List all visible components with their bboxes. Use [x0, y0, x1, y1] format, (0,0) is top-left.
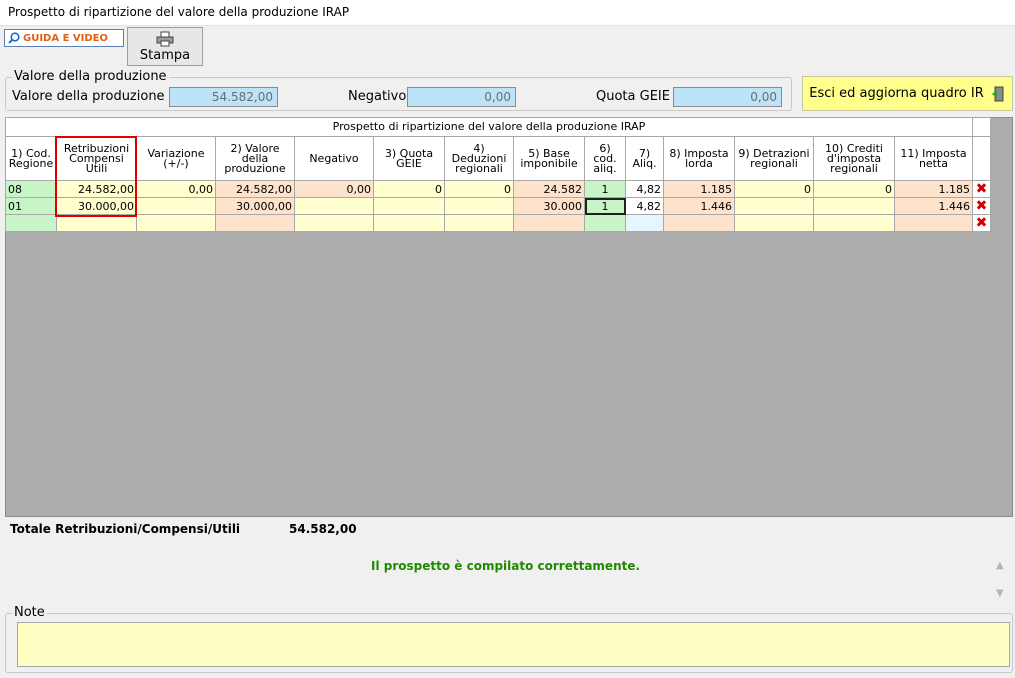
stampa-label: Stampa: [139, 47, 191, 63]
cell-cod-aliq-selected[interactable]: 1: [584, 197, 626, 215]
col-header: 2) Valore della produzione: [215, 136, 295, 181]
table-row: 08 24.582,00 0,00 24.582,00 0,00 0 0 24.…: [5, 180, 991, 198]
cell-quota-geie[interactable]: [373, 197, 445, 215]
guida-video-button[interactable]: GUIDA E VIDEO: [4, 29, 124, 47]
cell-deduzioni[interactable]: [444, 197, 514, 215]
col-header: 3) Quota GEIE: [373, 136, 445, 181]
delete-row-button[interactable]: ✖: [972, 180, 991, 198]
search-help-icon: [8, 32, 20, 44]
window-title: Prospetto di ripartizione del valore del…: [8, 5, 350, 19]
cell-deduzioni[interactable]: 0: [444, 180, 514, 198]
cell-negativo[interactable]: 0,00: [294, 180, 374, 198]
note-textarea[interactable]: [17, 622, 1010, 667]
scroll-up-arrow-icon[interactable]: ▲: [996, 560, 1004, 571]
quota-geie-field[interactable]: 0,00: [673, 87, 782, 107]
status-message: Il prospetto è compilato correttamente.: [371, 559, 641, 573]
totale-value: 54.582,00: [289, 522, 357, 536]
cell-quota-geie[interactable]: [373, 214, 445, 232]
grid-title: Prospetto di ripartizione del valore del…: [5, 117, 973, 137]
title-bar: Prospetto di ripartizione del valore del…: [0, 0, 1015, 26]
ripartizione-grid: Prospetto di ripartizione del valore del…: [5, 117, 991, 232]
table-row: ✖: [5, 214, 991, 232]
note-label: Note: [12, 605, 47, 620]
col-header-empty: [972, 136, 991, 181]
col-header: Variazione (+/-): [136, 136, 216, 181]
cell-cod-regione[interactable]: 08: [5, 180, 57, 198]
close-icon: ✖: [975, 198, 988, 214]
grid-title-corner: [972, 117, 991, 137]
cell-cod-regione[interactable]: [5, 214, 57, 232]
cell-detrazioni[interactable]: [734, 214, 814, 232]
col-header: 8) Imposta lorda: [663, 136, 735, 181]
cell-cod-regione[interactable]: 01: [5, 197, 57, 215]
close-icon: ✖: [975, 181, 988, 197]
valore-produzione-label: Valore della produzione: [12, 89, 165, 104]
cell-imposta-netta[interactable]: 1.446: [894, 197, 973, 215]
cell-variazione[interactable]: [136, 197, 216, 215]
col-header: 9) Detrazioni regionali: [734, 136, 814, 181]
guida-video-label: GUIDA E VIDEO: [23, 32, 108, 44]
col-header: 4) Deduzioni regionali: [444, 136, 514, 181]
cell-aliq[interactable]: 4,82: [625, 180, 664, 198]
close-icon: ✖: [975, 215, 988, 231]
col-header: 11) Imposta netta: [894, 136, 973, 181]
cell-imposta-netta[interactable]: [894, 214, 973, 232]
cell-imposta-lorda[interactable]: [663, 214, 735, 232]
cell-negativo[interactable]: [294, 214, 374, 232]
esci-aggiorna-button[interactable]: Esci ed aggiorna quadro IR: [802, 76, 1013, 111]
col-header: 10) Crediti d'imposta regionali: [813, 136, 895, 181]
printer-icon: [156, 31, 174, 46]
cell-base-imponibile[interactable]: [513, 214, 585, 232]
cell-cod-aliq[interactable]: 1: [584, 180, 626, 198]
valore-produzione-field[interactable]: 54.582,00: [169, 87, 278, 107]
cell-variazione[interactable]: 0,00: [136, 180, 216, 198]
delete-row-button[interactable]: ✖: [972, 197, 991, 215]
col-header: 7) Aliq.: [625, 136, 664, 181]
cell-imposta-lorda[interactable]: 1.185: [663, 180, 735, 198]
cell-detrazioni[interactable]: 0: [734, 180, 814, 198]
cell-base-imponibile[interactable]: 24.582: [513, 180, 585, 198]
table-row: 01 30.000,00 30.000,00 30.000 1 4,82 1.4…: [5, 197, 991, 215]
cell-retribuzioni[interactable]: 30.000,00: [56, 197, 137, 215]
negativo-label: Negativo: [348, 89, 407, 104]
cell-variazione[interactable]: [136, 214, 216, 232]
totale-label: Totale Retribuzioni/Compensi/Utili: [10, 522, 241, 536]
cell-quota-geie[interactable]: 0: [373, 180, 445, 198]
cell-aliq[interactable]: [625, 214, 664, 232]
col-header: 1) Cod. Regione: [5, 136, 57, 181]
cell-deduzioni[interactable]: [444, 214, 514, 232]
cell-aliq[interactable]: 4,82: [625, 197, 664, 215]
cell-crediti[interactable]: 0: [813, 180, 895, 198]
delete-row-button[interactable]: ✖: [972, 214, 991, 232]
negativo-field[interactable]: 0,00: [407, 87, 516, 107]
cell-retribuzioni[interactable]: 24.582,00: [56, 180, 137, 198]
cell-valore-produzione[interactable]: [215, 214, 295, 232]
quota-geie-label: Quota GEIE: [596, 89, 670, 104]
col-header: Retribuzioni Compensi Utili: [56, 136, 137, 181]
cell-imposta-netta[interactable]: 1.185: [894, 180, 973, 198]
cell-valore-produzione[interactable]: 24.582,00: [215, 180, 295, 198]
col-header: 5) Base imponibile: [513, 136, 585, 181]
cell-detrazioni[interactable]: [734, 197, 814, 215]
cell-crediti[interactable]: [813, 197, 895, 215]
exit-door-icon: [991, 86, 1004, 101]
cell-retribuzioni[interactable]: [56, 214, 137, 232]
stampa-button[interactable]: Stampa: [127, 27, 203, 66]
col-header: 6) cod. aliq.: [584, 136, 626, 181]
cell-crediti[interactable]: [813, 214, 895, 232]
esci-aggiorna-label: Esci ed aggiorna quadro IR: [809, 86, 984, 101]
scroll-down-arrow-icon[interactable]: ▼: [996, 588, 1004, 599]
cell-imposta-lorda[interactable]: 1.446: [663, 197, 735, 215]
cell-negativo[interactable]: [294, 197, 374, 215]
cell-base-imponibile[interactable]: 30.000: [513, 197, 585, 215]
valore-produzione-group-label: Valore della produzione: [12, 69, 169, 84]
col-header: Negativo: [294, 136, 374, 181]
cell-valore-produzione[interactable]: 30.000,00: [215, 197, 295, 215]
cell-cod-aliq[interactable]: [584, 214, 626, 232]
